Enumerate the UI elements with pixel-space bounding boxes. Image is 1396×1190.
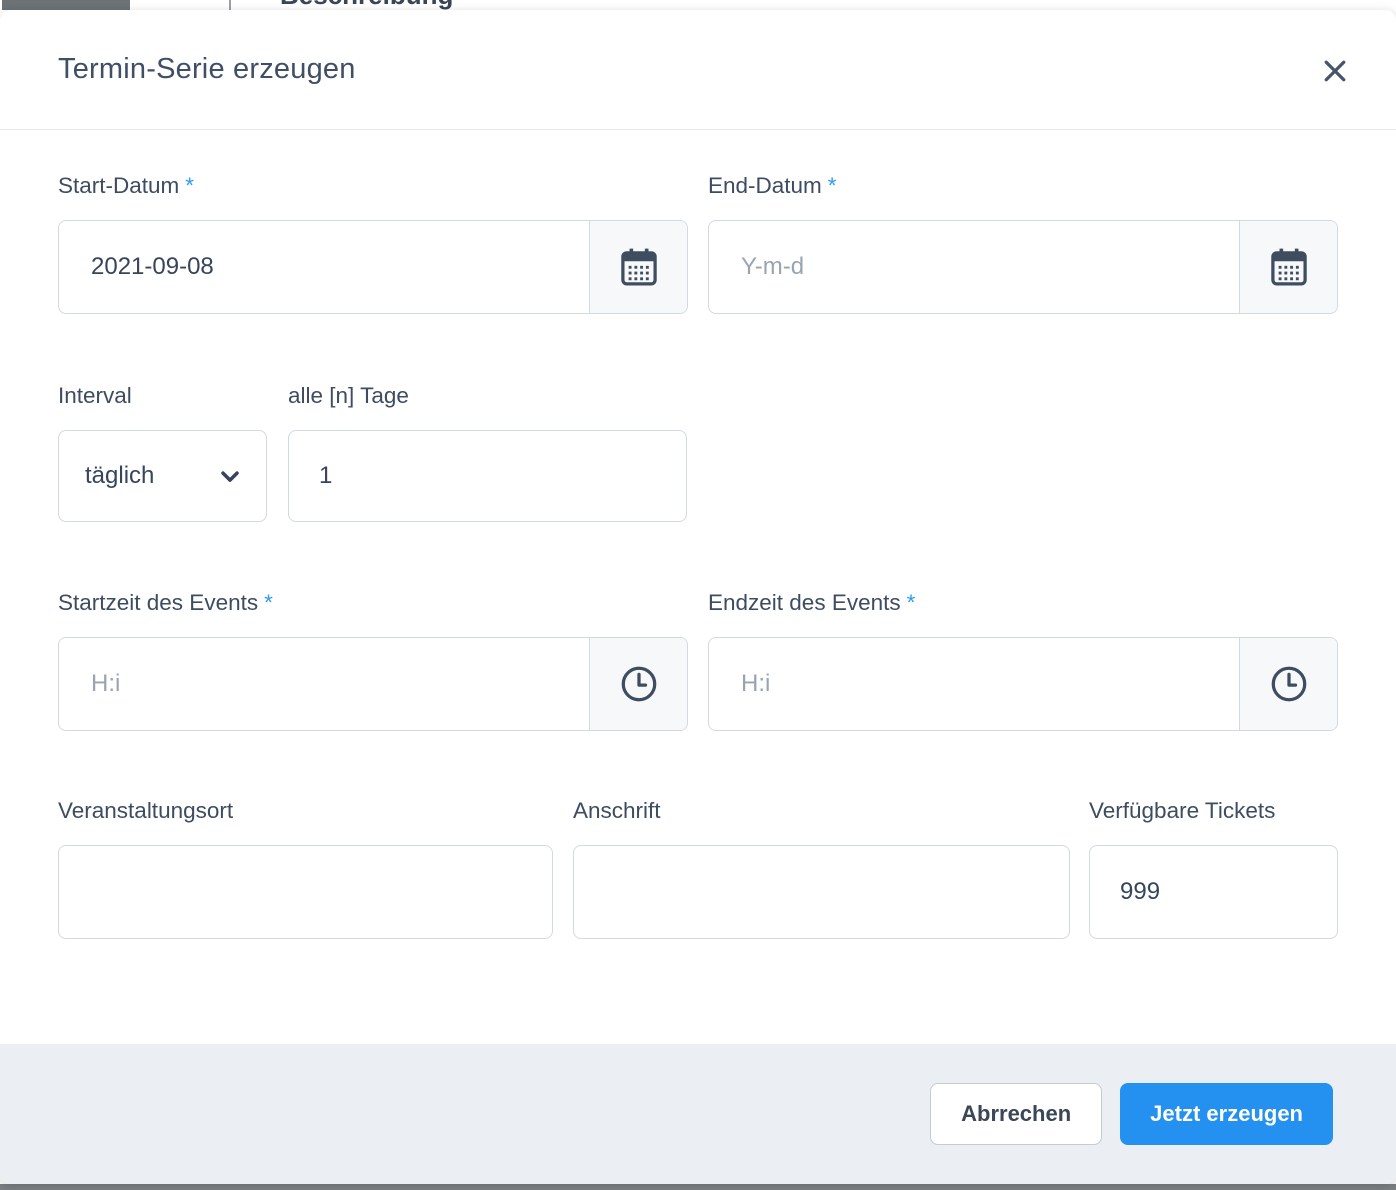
calendar-icon xyxy=(1266,244,1312,290)
tickets-input[interactable] xyxy=(1089,845,1338,939)
start-time-clock-button[interactable] xyxy=(589,638,687,730)
required-asterisk: * xyxy=(906,590,916,615)
end-date-input[interactable] xyxy=(709,221,1239,313)
end-date-group xyxy=(708,220,1338,314)
background-divider xyxy=(229,0,231,10)
venue-label: Veranstaltungsort xyxy=(58,798,234,823)
end-date-label-text: End-Datum xyxy=(708,173,822,198)
clock-icon xyxy=(616,661,662,707)
close-button[interactable] xyxy=(1318,54,1352,88)
interval-select[interactable]: täglich xyxy=(58,430,267,522)
start-date-label-text: Start-Datum xyxy=(58,173,180,198)
dialog-header: Termin-Serie erzeugen xyxy=(0,10,1396,130)
cancel-button[interactable]: Abrrechen xyxy=(930,1083,1103,1145)
create-series-dialog: Termin-Serie erzeugen Start-Datum * End-D… xyxy=(0,10,1396,1184)
end-time-label-text: Endzeit des Events xyxy=(708,590,901,615)
close-icon xyxy=(1320,56,1350,86)
start-date-label: Start-Datum * xyxy=(58,173,194,199)
address-label: Anschrift xyxy=(573,798,661,823)
dialog-title: Termin-Serie erzeugen xyxy=(58,53,356,85)
background-grey-box xyxy=(2,0,130,10)
start-time-input[interactable] xyxy=(59,638,589,730)
start-date-input[interactable] xyxy=(59,221,589,313)
venue-input[interactable] xyxy=(58,845,553,939)
address-input[interactable] xyxy=(573,845,1070,939)
interval-selected-value: täglich xyxy=(85,462,155,489)
end-time-label: Endzeit des Events * xyxy=(708,590,915,616)
start-time-label: Startzeit des Events * xyxy=(58,590,273,616)
end-time-group xyxy=(708,637,1338,731)
required-asterisk: * xyxy=(185,173,195,198)
background-clipped-heading: Beschreibung xyxy=(280,0,453,10)
dialog-footer: Abrrechen Jetzt erzeugen xyxy=(0,1044,1396,1184)
start-time-group xyxy=(58,637,688,731)
start-time-label-text: Startzeit des Events xyxy=(58,590,259,615)
tickets-label: Verfügbare Tickets xyxy=(1089,798,1276,823)
end-time-input[interactable] xyxy=(709,638,1239,730)
end-time-clock-button[interactable] xyxy=(1239,638,1337,730)
chevron-down-icon xyxy=(216,462,244,490)
clock-icon xyxy=(1266,661,1312,707)
background-page-bottom xyxy=(0,1184,1396,1190)
background-page-top: Beschreibung xyxy=(0,0,1396,10)
submit-button[interactable]: Jetzt erzeugen xyxy=(1120,1083,1333,1145)
start-date-calendar-button[interactable] xyxy=(589,221,687,313)
end-date-label: End-Datum * xyxy=(708,173,837,199)
required-asterisk: * xyxy=(827,173,837,198)
interval-days-label: alle [n] Tage xyxy=(288,383,409,408)
interval-days-input[interactable] xyxy=(288,430,687,522)
calendar-icon xyxy=(616,244,662,290)
interval-label: Interval xyxy=(58,383,132,408)
required-asterisk: * xyxy=(264,590,273,615)
start-date-group xyxy=(58,220,688,314)
end-date-calendar-button[interactable] xyxy=(1239,221,1337,313)
